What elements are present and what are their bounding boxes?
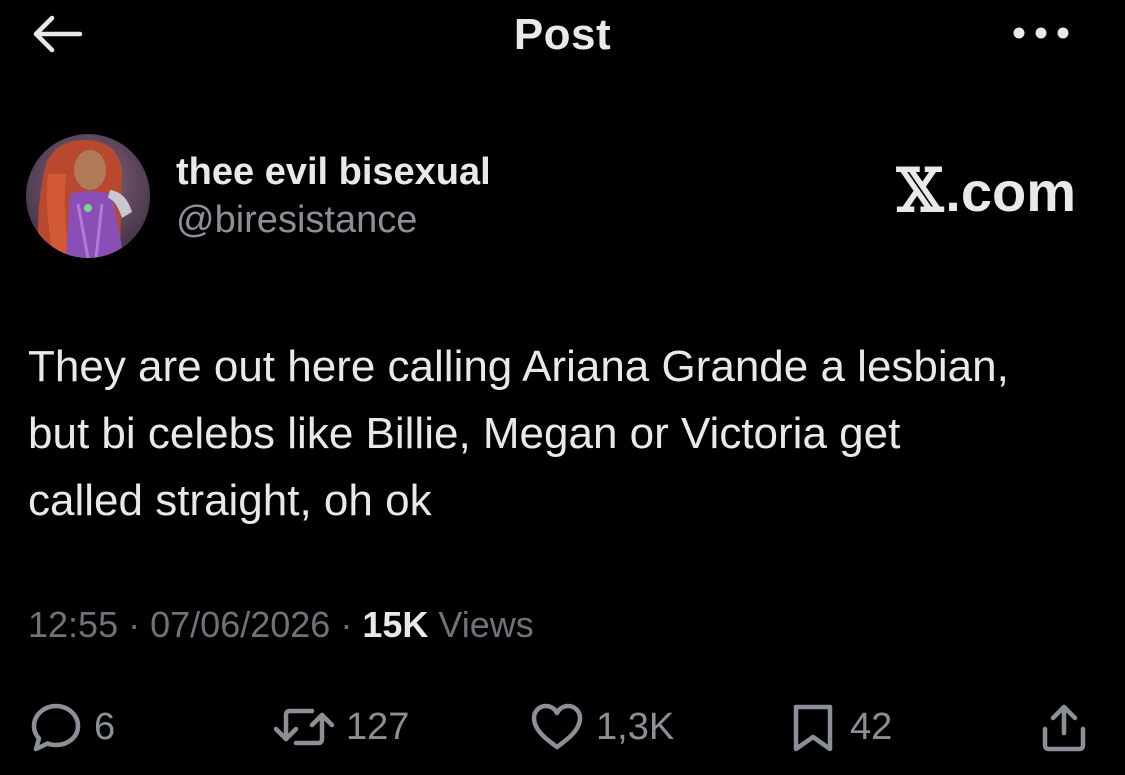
top-bar: Post [0, 0, 1125, 70]
avatar[interactable] [26, 134, 150, 258]
repost-count: 127 [346, 705, 410, 748]
views-count: 15K [362, 604, 429, 645]
post-time: 12:55 [28, 604, 119, 645]
bookmark-button[interactable]: 42 [786, 695, 892, 759]
author-display-name[interactable]: thee evil bisexual [176, 151, 491, 194]
share-button[interactable] [1036, 695, 1092, 759]
brand-domain: .com [945, 159, 1076, 223]
bookmark-icon [786, 699, 840, 755]
more-options-button[interactable] [1008, 18, 1074, 52]
views-label: Views [438, 604, 534, 645]
repost-button[interactable]: 127 [272, 695, 409, 759]
meta-separator: · [128, 604, 141, 645]
share-icon [1036, 699, 1092, 755]
post-date: 07/06/2026 [150, 604, 331, 645]
bookmark-count: 42 [850, 705, 893, 748]
reply-button[interactable]: 6 [28, 695, 115, 759]
action-bar: 6 127 1,3K 42 [0, 695, 1125, 759]
meta-separator: · [340, 604, 353, 645]
repost-icon [272, 699, 336, 755]
post-author: thee evil bisexual @biresistance 𝕏 .com [26, 134, 1106, 264]
brand-watermark: 𝕏 .com [897, 156, 1076, 226]
reply-icon [28, 699, 84, 755]
like-button[interactable]: 1,3K [528, 695, 674, 759]
author-handle[interactable]: @biresistance [176, 199, 417, 242]
post-meta: 12:55 · 07/06/2026 · 15K Views [28, 604, 534, 646]
post-text: They are out here calling Ariana Grande … [28, 342, 1009, 525]
more-options-icon [1011, 26, 1071, 45]
reply-count: 6 [94, 705, 116, 748]
x-logo-icon: 𝕏 [896, 156, 944, 226]
heart-icon [528, 699, 586, 755]
page-title: Post [513, 10, 612, 59]
like-count: 1,3K [596, 705, 675, 748]
